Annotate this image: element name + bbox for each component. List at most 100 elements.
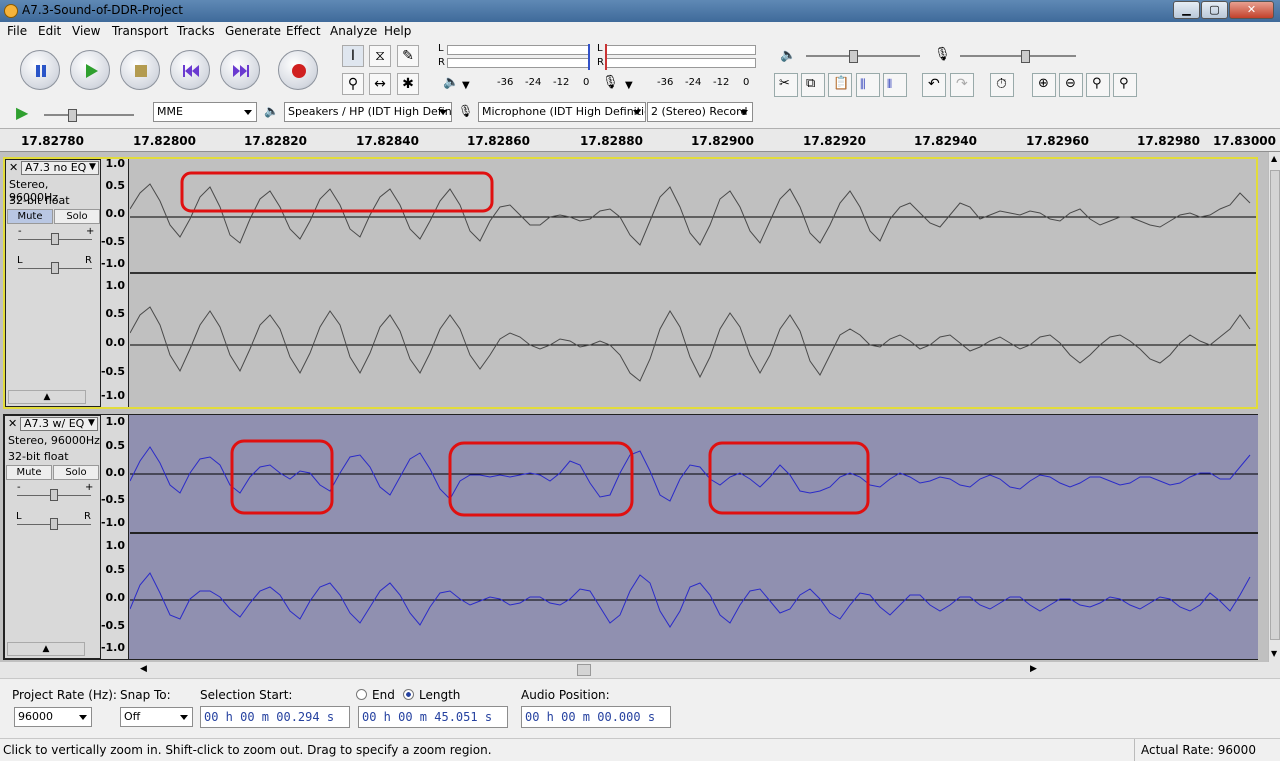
fit-project-button[interactable]: ⚲ (1113, 73, 1137, 97)
mute-button[interactable]: Mute (6, 465, 52, 480)
zoom-out-button[interactable]: ⊖ (1059, 73, 1083, 97)
scissors-icon: ✂ (779, 76, 790, 91)
vertical-scrollbar[interactable]: ▲ ▼ (1268, 152, 1280, 662)
collapse-track-button[interactable]: ▲ (7, 642, 85, 656)
selection-toolbar: Project Rate (Hz): 96000 Snap To: Off Se… (0, 678, 1280, 738)
gain-slider-thumb[interactable] (51, 233, 59, 245)
trim-button[interactable]: ⫼ (856, 73, 880, 97)
scale-label: 0.0 (105, 336, 126, 349)
audio-host-select[interactable]: MME (153, 102, 257, 122)
scroll-right-icon[interactable]: ▶ (1030, 664, 1037, 674)
magnifier-icon: ⚲ (347, 76, 359, 92)
vertical-scale[interactable]: 1.0 0.5 0.0 -0.5 -1.0 1.0 0.5 0.0 -0.5 -… (101, 157, 129, 407)
track-no-eq[interactable]: ✕ A7.3 no EQ ▼ Stereo, 96000Hz 32-bit fl… (3, 157, 1258, 409)
solo-button[interactable]: Solo (53, 465, 99, 480)
input-channels-select[interactable]: 2 (Stereo) Record (647, 102, 753, 122)
menu-transport[interactable]: Transport (112, 24, 168, 38)
output-volume-slider[interactable] (806, 55, 920, 57)
selection-start-field[interactable]: 00 h 00 m 00.294 s (200, 706, 350, 728)
sync-lock-button[interactable]: ⏱ (990, 73, 1014, 97)
play-tick: -24 (525, 77, 542, 88)
play-speed-thumb[interactable] (68, 109, 77, 122)
undo-button[interactable]: ↶ (922, 73, 946, 97)
stop-button[interactable] (120, 50, 160, 90)
vertical-scale[interactable]: 1.0 0.5 0.0 -0.5 -1.0 1.0 0.5 0.0 -0.5 -… (101, 415, 129, 659)
end-radio[interactable] (356, 689, 367, 700)
menu-effect[interactable]: Effect (286, 24, 321, 38)
solo-button[interactable]: Solo (54, 209, 100, 224)
skip-end-button[interactable] (220, 50, 260, 90)
play-speed-slider[interactable] (44, 114, 134, 116)
pan-slider-thumb[interactable] (51, 262, 59, 274)
scroll-down-icon[interactable]: ▼ (1271, 649, 1277, 658)
rec-tick: 0 (743, 77, 750, 88)
multi-tool[interactable]: ✱ (397, 73, 419, 95)
envelope-tool[interactable]: ⧖ (369, 45, 391, 67)
microphone-icon: 🎙 (602, 75, 619, 90)
fit-selection-button[interactable]: ⚲ (1086, 73, 1110, 97)
pause-button[interactable] (20, 50, 60, 90)
record-button[interactable] (278, 50, 318, 90)
end-label: End (372, 688, 395, 702)
output-volume-thumb[interactable] (849, 50, 858, 63)
menu-help[interactable]: Help (384, 24, 411, 38)
waveform-with-eq[interactable] (130, 415, 1258, 659)
length-radio[interactable] (403, 689, 414, 700)
record-meter-menu[interactable]: ▼ (625, 80, 633, 91)
maximize-button[interactable]: ▢ (1201, 1, 1228, 19)
draw-tool[interactable]: ✎ (397, 45, 419, 67)
selection-length-field[interactable]: 00 h 00 m 45.051 s (358, 706, 508, 728)
close-button[interactable]: ✕ (1229, 1, 1274, 19)
track-close-button[interactable]: ✕ (8, 417, 17, 430)
scroll-up-icon[interactable]: ▲ (1271, 154, 1277, 163)
minimize-button[interactable]: ▁ (1173, 1, 1200, 19)
input-volume-thumb[interactable] (1021, 50, 1030, 63)
zoom-in-button[interactable]: ⊕ (1032, 73, 1056, 97)
silence-button[interactable]: ⫴ (883, 73, 907, 97)
scroll-left-icon[interactable]: ◀ (140, 664, 147, 674)
snap-to-select[interactable]: Off (120, 707, 193, 727)
menu-analyze[interactable]: Analyze (330, 24, 377, 38)
skip-start-button[interactable] (170, 50, 210, 90)
track-with-eq[interactable]: ✕ A7.3 w/ EQ ▼ Stereo, 96000Hz 32-bit fl… (3, 414, 1258, 660)
menu-view[interactable]: View (72, 24, 100, 38)
cut-button[interactable]: ✂ (774, 73, 798, 97)
audio-position-label: Audio Position: (521, 688, 610, 702)
input-device-icon: 🎙 (458, 104, 474, 118)
timeshift-tool[interactable]: ↔ (369, 73, 391, 95)
play-at-speed-button[interactable]: ▶ (16, 103, 28, 122)
input-device-select[interactable]: Microphone (IDT High Definitio (478, 102, 646, 122)
copy-button[interactable]: ⧉ (801, 73, 825, 97)
play-button[interactable] (70, 50, 110, 90)
horizontal-scrollbar[interactable]: ◀ ▶ (0, 662, 1280, 678)
output-device-select[interactable]: Speakers / HP (IDT High Defini (284, 102, 452, 122)
paste-button[interactable]: 📋 (828, 73, 852, 97)
horizontal-scroll-thumb[interactable] (577, 664, 591, 676)
waveform-no-eq[interactable] (130, 159, 1256, 407)
input-volume-slider[interactable] (960, 55, 1076, 57)
redo-button[interactable]: ↷ (950, 73, 974, 97)
track-name-menu[interactable]: A7.3 w/ EQ (20, 417, 98, 431)
collapse-track-button[interactable]: ▲ (8, 390, 86, 404)
timeshift-icon: ↔ (374, 76, 386, 92)
menu-tracks[interactable]: Tracks (177, 24, 215, 38)
pan-slider-thumb[interactable] (50, 518, 58, 530)
menu-edit[interactable]: Edit (38, 24, 61, 38)
project-rate-select[interactable]: 96000 (14, 707, 92, 727)
speaker-icon: 🔈 (443, 75, 460, 90)
track-name-menu[interactable]: A7.3 no EQ (21, 161, 99, 175)
selection-tool[interactable]: I (342, 45, 364, 67)
gain-slider-thumb[interactable] (50, 489, 58, 501)
envelope-icon: ⧖ (375, 48, 385, 64)
track-close-button[interactable]: ✕ (9, 161, 18, 174)
menu-generate[interactable]: Generate (225, 24, 281, 38)
menu-file[interactable]: File (7, 24, 27, 38)
audio-position-field[interactable]: 00 h 00 m 00.000 s (521, 706, 671, 728)
record-meter-r (606, 58, 756, 68)
zoom-tool[interactable]: ⚲ (342, 73, 364, 95)
ruler-tick-label: 17.82960 (1026, 134, 1090, 148)
playback-meter-menu[interactable]: ▼ (462, 80, 470, 91)
mute-button[interactable]: Mute (7, 209, 53, 224)
vertical-scroll-thumb[interactable] (1270, 170, 1280, 640)
timeline-ruler[interactable]: 17.82780 17.82800 17.82820 17.82840 17.8… (0, 128, 1280, 152)
